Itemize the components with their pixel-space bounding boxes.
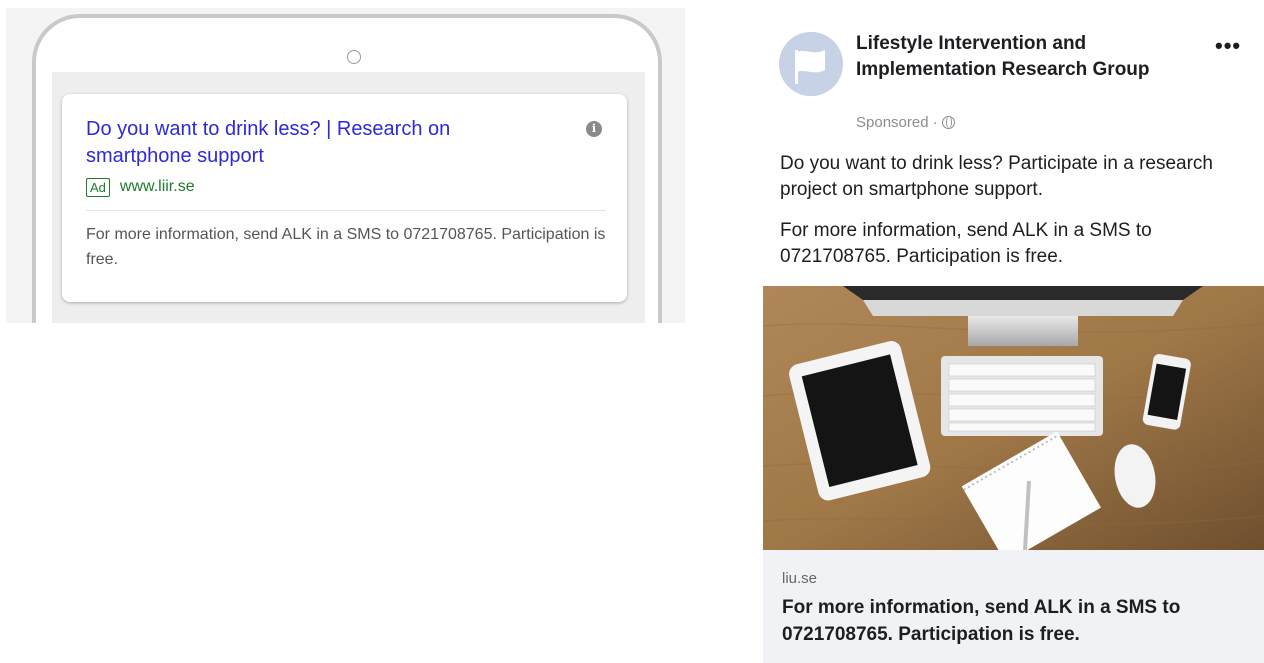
ad-url-row: Ad www.liir.se (86, 176, 195, 198)
ad-display-url[interactable]: www.liir.se (120, 178, 195, 196)
page-name[interactable]: Lifestyle Intervention and Implementatio… (856, 31, 1166, 83)
ad-divider (86, 210, 606, 211)
link-domain: liu.se (782, 570, 818, 587)
ad-badge: Ad (86, 177, 110, 197)
link-preview[interactable]: liu.se For more information, send ALK in… (763, 550, 1264, 663)
phone-screen: Do you want to drink less? | Research on… (52, 72, 645, 323)
desk-photo (763, 286, 1264, 550)
post-text-2: For more information, send ALK in a SMS … (780, 220, 1152, 267)
more-options-icon[interactable]: ••• (1215, 35, 1241, 57)
flag-icon (779, 32, 843, 96)
sponsored-label: Sponsored · (856, 114, 938, 131)
ad-title-link[interactable]: Do you want to drink less? | Research on… (86, 116, 556, 170)
globe-icon (941, 116, 955, 129)
phone-camera-icon (347, 50, 361, 64)
post-text-1: Do you want to drink less? Participate i… (780, 153, 1213, 200)
link-headline[interactable]: For more information, send ALK in a SMS … (782, 594, 1252, 648)
page-avatar[interactable] (779, 32, 843, 96)
google-ad-preview: Do you want to drink less? | Research on… (6, 8, 685, 323)
sponsored-label-row: Sponsored · (856, 114, 955, 131)
ad-image[interactable] (763, 286, 1264, 550)
info-icon[interactable]: i (586, 121, 602, 137)
facebook-ad-post: Lifestyle Intervention and Implementatio… (763, 28, 1264, 663)
search-ad-card: Do you want to drink less? | Research on… (62, 94, 627, 302)
ad-description: For more information, send ALK in a SMS … (86, 226, 606, 268)
